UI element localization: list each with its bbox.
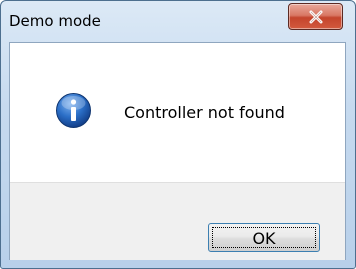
close-icon bbox=[309, 10, 323, 24]
dialog-content: Controller not found OK bbox=[9, 42, 346, 260]
dialog-title: Demo mode bbox=[9, 12, 101, 30]
dialog-footer: OK bbox=[10, 182, 345, 260]
close-button[interactable] bbox=[288, 3, 343, 30]
dialog-message: Controller not found bbox=[124, 103, 285, 122]
ok-button[interactable]: OK bbox=[208, 223, 320, 252]
information-icon bbox=[56, 93, 91, 128]
ok-button-label: OK bbox=[252, 229, 276, 248]
title-bar[interactable]: Demo mode bbox=[1, 1, 355, 42]
dialog-window: Demo mode Controller not found OK bbox=[0, 0, 356, 269]
